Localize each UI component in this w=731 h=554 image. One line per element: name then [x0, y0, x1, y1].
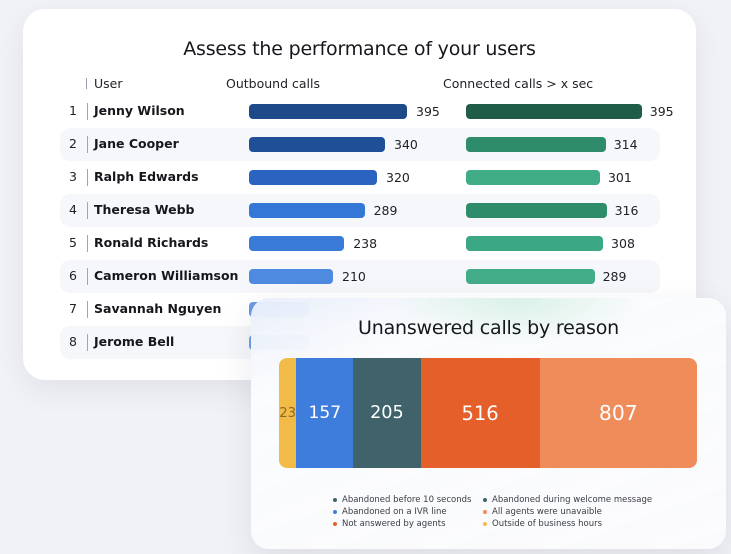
row-index: 6: [69, 268, 77, 283]
connected-value: 301: [607, 170, 632, 185]
outbound-bar: [249, 269, 333, 284]
outbound-bar: [249, 170, 377, 185]
table-row: 2 Jane Cooper 340 314: [60, 128, 660, 161]
connected-bar: [466, 269, 595, 284]
legend-item: Abandoned on a IVR line: [333, 507, 483, 517]
connected-bar: [466, 236, 604, 251]
legend-label: Abandoned on a IVR line: [342, 507, 447, 517]
stack-segment: 516: [420, 358, 540, 468]
column-header-connected: Connected calls > x sec: [443, 76, 594, 91]
table-row: 6 Cameron Williamson 210 289: [60, 260, 660, 293]
legend-dot-icon: [333, 498, 337, 502]
legend-dot-icon: [333, 522, 337, 526]
outbound-value: 210: [342, 269, 366, 284]
performance-title: Assess the performance of your users: [183, 38, 536, 60]
legend-label: Not answered by agents: [342, 519, 446, 529]
user-name: Ronald Richards: [94, 235, 209, 250]
segment-value: 205: [370, 403, 404, 423]
unanswered-card: Unanswered calls by reason 23 157 205 516 80…: [251, 298, 726, 549]
row-index: 3: [69, 169, 77, 184]
row-divider: [87, 169, 88, 186]
stack-segment: 205: [353, 358, 421, 468]
column-header-user: User: [86, 76, 123, 91]
outbound-value: 395: [416, 104, 440, 119]
row-divider: [87, 268, 88, 285]
stack-segment: 23: [279, 358, 297, 468]
legend-dot-icon: [483, 510, 487, 514]
connected-bar: [466, 203, 607, 218]
row-divider: [87, 103, 88, 120]
connected-value: 395: [649, 104, 674, 119]
connected-value: 314: [613, 137, 638, 152]
legend-item: Abandoned during welcome message: [483, 495, 673, 505]
legend-dot-icon: [483, 498, 487, 502]
row-index: 1: [69, 103, 77, 118]
segment-value: 23: [279, 405, 297, 421]
connected-value: 308: [611, 236, 635, 251]
outbound-value: 320: [386, 170, 410, 185]
stack-segment: 157: [296, 358, 354, 468]
user-name: Jane Cooper: [94, 136, 179, 151]
row-divider: [87, 136, 88, 153]
row-divider: [87, 301, 88, 318]
table-row: 4 Theresa Webb 289 316: [60, 194, 660, 227]
outbound-value: 340: [394, 137, 418, 152]
user-name: Jenny Wilson: [94, 103, 185, 118]
outbound-bar: [249, 203, 365, 218]
legend-dot-icon: [333, 510, 337, 514]
outbound-bar: [249, 104, 407, 119]
table-row: 3 Ralph Edwards 320 301: [60, 161, 660, 194]
table-row: 5 Ronald Richards 238 308: [60, 227, 660, 260]
row-divider: [87, 334, 88, 351]
segment-value: 157: [308, 403, 342, 423]
stacked-bar: 23 157 205 516 807: [279, 358, 697, 468]
stack-segment: 807: [539, 358, 697, 468]
user-name: Ralph Edwards: [94, 169, 199, 184]
row-index: 5: [69, 235, 77, 250]
row-divider: [87, 235, 88, 252]
segment-value: 516: [461, 401, 499, 425]
connected-bar: [466, 170, 600, 185]
unanswered-title: Unanswered calls by reason: [358, 317, 619, 339]
legend-label: Abandoned during welcome message: [492, 495, 653, 505]
legend-dot-icon: [483, 522, 487, 526]
user-name: Savannah Nguyen: [94, 301, 222, 316]
outbound-bar: [249, 137, 385, 152]
legend-label: Outside of business hours: [492, 519, 603, 529]
user-name: Cameron Williamson: [94, 268, 239, 283]
connected-value: 316: [614, 203, 639, 218]
segment-value: 807: [598, 401, 638, 425]
user-name: Jerome Bell: [94, 334, 175, 349]
outbound-bar: [249, 236, 345, 251]
row-index: 2: [69, 136, 77, 151]
row-divider: [87, 202, 88, 219]
legend: Abandoned before 10 seconds Abandoned dur…: [333, 495, 673, 529]
outbound-value: 289: [373, 203, 398, 218]
legend-item: Abandoned before 10 seconds: [333, 495, 483, 505]
row-index: 7: [69, 301, 77, 316]
connected-bar: [466, 137, 606, 152]
legend-label: Abandoned before 10 seconds: [342, 495, 472, 505]
user-name: Theresa Webb: [94, 202, 195, 217]
row-index: 4: [69, 202, 77, 217]
column-header-outbound: Outbound calls: [226, 76, 320, 91]
legend-item: All agents were unavaible: [483, 507, 673, 517]
legend-item: Not answered by agents: [333, 519, 483, 529]
table-row: 1 Jenny Wilson 395 395: [60, 95, 674, 128]
connected-value: 289: [602, 269, 627, 284]
legend-item: Outside of business hours: [483, 519, 673, 529]
connected-bar: [466, 104, 642, 119]
outbound-value: 238: [353, 236, 378, 251]
legend-label: All agents were unavaible: [492, 507, 602, 517]
row-index: 8: [69, 334, 77, 349]
